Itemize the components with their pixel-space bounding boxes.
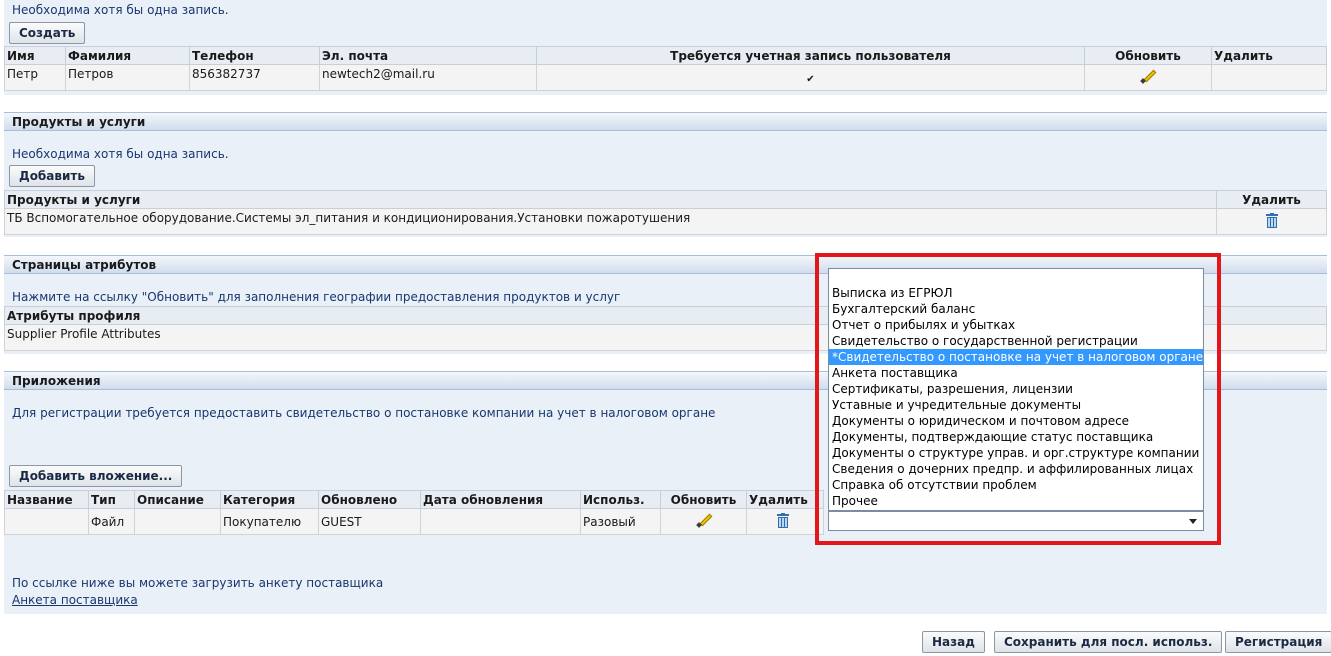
col-update-date: Дата обновления bbox=[420, 490, 581, 509]
cell-product-name: ТБ Вспомогательное оборудование.Системы … bbox=[4, 208, 1217, 235]
trash-icon[interactable] bbox=[1265, 212, 1278, 228]
supplier-questionnaire-link[interactable]: Анкета поставщика bbox=[12, 593, 138, 607]
register-button[interactable]: Регистрация bbox=[1225, 631, 1331, 653]
dropdown-option[interactable]: Документы о структуре управ. и орг.струк… bbox=[829, 445, 1203, 461]
col-update: Обновить bbox=[660, 490, 747, 509]
cell-account-required: ✔ bbox=[536, 64, 1085, 91]
table-row: Петр Петров 856382737 newtech2@mail.ru ✔ bbox=[4, 64, 1327, 91]
cell-category: Покупателю bbox=[220, 508, 319, 535]
create-contact-button[interactable]: Создать bbox=[9, 22, 86, 44]
cell-update bbox=[660, 508, 747, 535]
cell-usage: Разовый bbox=[580, 508, 661, 535]
col-updated-by: Обновлено bbox=[318, 490, 421, 509]
col-first-name: Имя bbox=[4, 46, 66, 65]
trash-icon[interactable] bbox=[777, 512, 789, 528]
col-usage: Использ. bbox=[580, 490, 661, 509]
contacts-table: Имя Фамилия Телефон Эл. почта Требуется … bbox=[4, 46, 1327, 91]
dropdown-option[interactable]: Документы о юридическом и почтовом адрес… bbox=[829, 413, 1203, 429]
col-products: Продукты и услуги bbox=[4, 190, 1217, 209]
attachments-info: Для регистрации требуется предоставить с… bbox=[12, 406, 716, 420]
cell-email: newtech2@mail.ru bbox=[319, 64, 537, 91]
col-email: Эл. почта bbox=[319, 46, 537, 65]
col-last-name: Фамилия bbox=[65, 46, 190, 65]
back-button[interactable]: Назад bbox=[922, 631, 985, 653]
products-info: Необходима хотя бы одна запись. bbox=[12, 147, 229, 161]
dropdown-option[interactable]: Сведения о дочерних предпр. и аффилирова… bbox=[829, 461, 1203, 477]
checkmark-icon: ✔ bbox=[806, 73, 815, 85]
pencil-icon[interactable] bbox=[695, 512, 712, 528]
cell-last-name: Петров bbox=[65, 64, 190, 91]
add-attachment-button[interactable]: Добавить вложение... bbox=[9, 465, 183, 487]
table-header-row: Продукты и услуги Удалить bbox=[4, 190, 1327, 209]
cell-description bbox=[134, 508, 221, 535]
cell-type: Файл bbox=[88, 508, 135, 535]
col-name: Название bbox=[4, 490, 89, 509]
category-dropdown-list[interactable]: Выписка из ЕГРЮЛ Бухгалтерский баланс От… bbox=[828, 268, 1204, 511]
chevron-down-icon[interactable] bbox=[1189, 519, 1197, 524]
dropdown-option[interactable]: Свидетельство о государственной регистра… bbox=[829, 333, 1203, 349]
dropdown-option[interactable]: Уставные и учредительные документы bbox=[829, 397, 1203, 413]
dropdown-option[interactable] bbox=[829, 269, 1203, 285]
save-for-later-button[interactable]: Сохранить для посл. использ. bbox=[994, 631, 1223, 653]
cell-update-date bbox=[420, 508, 581, 535]
col-update: Обновить bbox=[1084, 46, 1212, 65]
dropdown-option[interactable]: Отчет о прибылях и убытках bbox=[829, 317, 1203, 333]
table-row: ТБ Вспомогательное оборудование.Системы … bbox=[4, 208, 1327, 235]
footer-info: По ссылке ниже вы можете загрузить анкет… bbox=[12, 576, 384, 590]
cell-delete bbox=[1211, 64, 1327, 91]
cell-updated-by: GUEST bbox=[318, 508, 421, 535]
dropdown-option[interactable]: Документы, подтверждающие статус поставщ… bbox=[829, 429, 1203, 445]
table-header-row: Имя Фамилия Телефон Эл. почта Требуется … bbox=[4, 46, 1327, 65]
cell-first-name: Петр bbox=[4, 64, 66, 91]
col-delete: Удалить bbox=[1211, 46, 1327, 65]
cell-phone: 856382737 bbox=[189, 64, 320, 91]
table-header-row: Название Тип Описание Категория Обновлен… bbox=[4, 490, 824, 509]
dropdown-option[interactable]: Справка об отсутствии проблем bbox=[829, 477, 1203, 493]
profile-attributes-value: Supplier Profile Attributes bbox=[7, 327, 161, 341]
category-select[interactable] bbox=[828, 511, 1204, 531]
contacts-info: Необходима хотя бы одна запись. bbox=[12, 3, 229, 17]
col-delete: Удалить bbox=[1216, 190, 1327, 209]
col-category: Категория bbox=[220, 490, 319, 509]
col-type: Тип bbox=[88, 490, 135, 509]
cell-delete bbox=[1216, 208, 1327, 235]
attributes-info: Нажмите на ссылку "Обновить" для заполне… bbox=[12, 290, 621, 304]
pencil-icon[interactable] bbox=[1140, 68, 1157, 84]
dropdown-option[interactable]: Прочее bbox=[829, 493, 1203, 509]
dropdown-option[interactable]: Сертификаты, разрешения, лицензии bbox=[829, 381, 1203, 397]
cell-name bbox=[4, 508, 89, 535]
cell-update bbox=[1084, 64, 1212, 91]
table-row: Файл Покупателю GUEST Разовый bbox=[4, 508, 824, 535]
add-product-button[interactable]: Добавить bbox=[9, 165, 95, 187]
col-description: Описание bbox=[134, 490, 221, 509]
products-header: Продукты и услуги bbox=[4, 112, 1327, 131]
attachments-table: Название Тип Описание Категория Обновлен… bbox=[4, 490, 824, 535]
dropdown-option-selected[interactable]: *Свидетельство о постановке на учет в на… bbox=[829, 349, 1203, 365]
dropdown-option[interactable]: Анкета поставщика bbox=[829, 365, 1203, 381]
col-delete: Удалить bbox=[746, 490, 824, 509]
dropdown-option[interactable]: Выписка из ЕГРЮЛ bbox=[829, 285, 1203, 301]
col-phone: Телефон bbox=[189, 46, 320, 65]
products-table: Продукты и услуги Удалить ТБ Вспомогател… bbox=[4, 190, 1327, 235]
col-account-required: Требуется учетная запись пользователя bbox=[536, 46, 1085, 65]
cell-delete bbox=[746, 508, 824, 535]
dropdown-option[interactable]: Бухгалтерский баланс bbox=[829, 301, 1203, 317]
